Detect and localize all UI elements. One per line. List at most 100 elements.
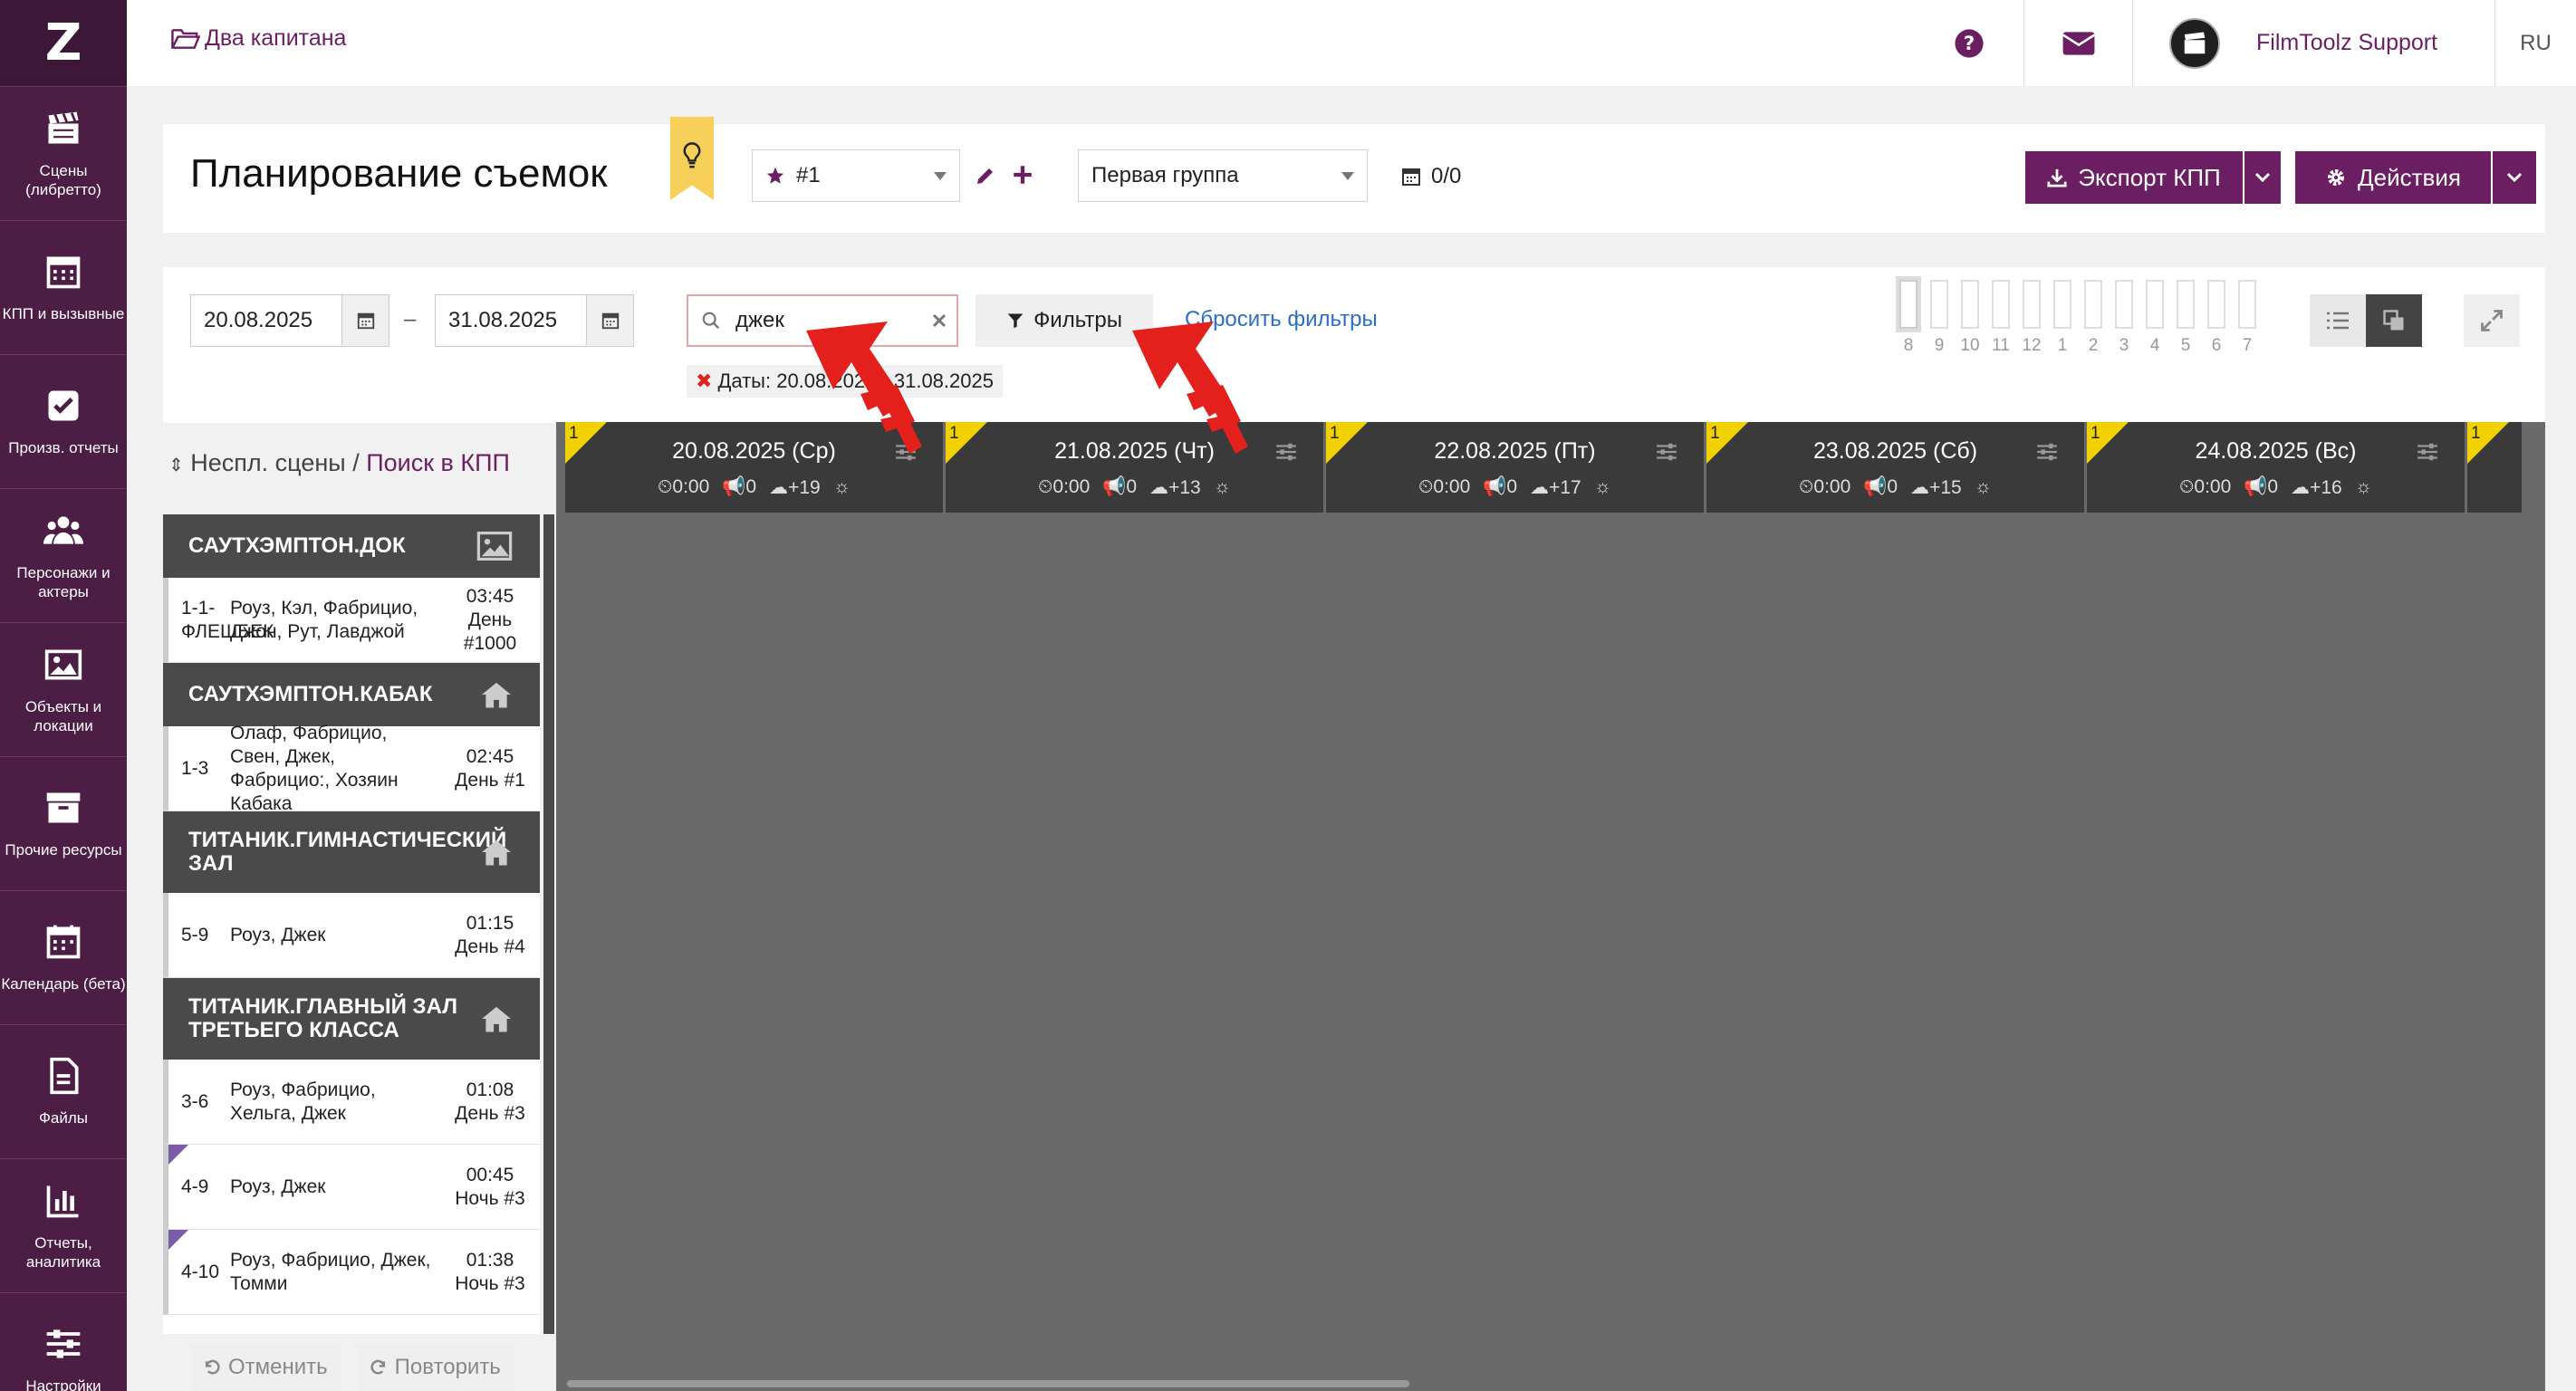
list-view-button[interactable] [2310,294,2366,347]
scene-card[interactable]: 1-1-ФЛЕШБЕК Роуз, Кэл, Фабрицио, Джон, Р… [163,578,540,663]
home-icon [482,1006,511,1032]
sliders-icon[interactable] [2416,442,2439,462]
calendar-icon[interactable] [586,295,633,346]
sidebar-item-scenes[interactable]: Сцены (либретто) [0,86,127,220]
temperature-value: +16 [2310,477,2342,498]
day-slot[interactable]: 2 [2078,280,2109,356]
sunrise-icon: ☼ [2354,476,2372,497]
export-button[interactable]: Экспорт КПП [2025,151,2243,204]
tips-bookmark[interactable] [670,117,714,200]
calendar-icon[interactable] [341,295,389,346]
undo-label: Отменить [228,1355,328,1379]
group-select[interactable]: Первая группа [1078,149,1368,202]
scene-duration: 03:45 [466,585,514,607]
day-slot[interactable]: 7 [2232,280,2263,356]
board-view-button[interactable] [2366,294,2422,347]
calendar-icon [46,925,81,959]
day-slot[interactable]: 6 [2201,280,2232,356]
duration-value: 0:00 [1053,476,1091,497]
edit-version-button[interactable] [972,160,999,191]
sidebar-item-settings[interactable]: Настройки [0,1292,127,1391]
export-label: Экспорт КПП [2078,163,2221,191]
column-date: 22.08.2025 (Пт) [1434,438,1596,464]
list-icon [2327,312,2349,330]
scene-characters: Роуз, Фабрицио, Хельга, Джек [230,1079,376,1124]
sliders-icon[interactable] [2035,442,2059,462]
day-counter: 0/0 [1400,160,1461,193]
scene-card[interactable]: 5-9 Роуз, Джек 01:15 День #4 [163,893,540,978]
undo-button[interactable]: Отменить [190,1344,341,1391]
undo-icon [205,1359,220,1375]
day-slot[interactable]: 12 [2016,280,2047,356]
scene-list-scrollbar[interactable] [543,514,554,1334]
project-name: Два капитана [205,25,347,51]
day-slot[interactable]: 9 [1924,280,1955,356]
sliders-icon[interactable] [1655,442,1678,462]
sort-icon[interactable]: ⇕ [168,456,184,475]
scenes-stat: 📢0 [1102,476,1138,497]
actions-button[interactable]: Действия [2295,151,2491,204]
sidebar-item-characters[interactable]: Персонажи и актеры [0,488,127,622]
sunrise-icon: ☼ [1213,476,1231,497]
weather-stat: ☁+19 [769,477,821,498]
day-slot[interactable]: 5 [2170,280,2201,356]
project-breadcrumb[interactable]: Два капитана [170,25,346,52]
messages-button[interactable] [2023,0,2132,86]
day-column-partial[interactable]: 1 [2467,422,2522,513]
help-button[interactable]: ? [1915,0,2023,86]
sidebar-item-label: Объекты и локации [24,697,102,734]
day-column[interactable]: 1 22.08.2025 (Пт) ⏲0:00 📢0 ☁+17 ☼ [1326,422,1706,513]
search-icon [702,312,720,330]
day-column[interactable]: 1 24.08.2025 (Вс) ⏲0:00 📢0 ☁+16 ☼ [2087,422,2467,513]
user-menu[interactable]: FilmToolz Support [2132,0,2494,86]
expand-button[interactable] [2464,294,2520,347]
redo-button[interactable]: Повторить [356,1344,514,1391]
sidebar-item-locations[interactable]: Объекты и локации [0,622,127,756]
scene-characters: Роуз, Фабрицио, Джек, Томми [230,1249,431,1294]
date-from-input[interactable]: 20.08.2025 [190,294,389,347]
column-stats: ⏲0:00 📢0 ☁+13 ☼ [946,476,1323,499]
close-icon[interactable]: ✖ [696,369,712,393]
user-name: FilmToolz Support [2256,30,2438,55]
actions-dropdown-button[interactable] [2493,151,2536,204]
sidebar-item-analytics[interactable]: Отчеты, аналитика [0,1158,127,1292]
sidebar-item-reports[interactable]: Произв. отчеты [0,354,127,488]
add-version-button[interactable] [1007,158,1038,191]
sidebar-item-calendar[interactable]: Календарь (бета) [0,890,127,1024]
version-select[interactable]: #1 [752,149,960,202]
sidebar-item-label: Сцены (либретто) [25,161,101,198]
weather-stat: ☁+15 [1910,477,1962,498]
day-slot[interactable]: 1 [2047,280,2078,356]
day-slot[interactable]: 8 [1893,280,1924,356]
day-number: 3 [2119,336,2129,355]
language-switch[interactable]: RU [2494,0,2576,86]
scene-duration: 01:15 [466,912,514,934]
day-number: 8 [1903,336,1914,355]
scene-card[interactable]: 3-6 Роуз, Фабрицио, Хельга, Джек 01:08 Де… [163,1060,540,1145]
export-dropdown-button[interactable] [2244,151,2281,204]
scene-card[interactable]: 4-9 Роуз, Джек 00:45 Ночь #3 [163,1145,540,1230]
version-value: #1 [796,163,821,187]
sidebar-item-files[interactable]: Файлы [0,1024,127,1158]
sunrise-icon: ☼ [1593,476,1611,497]
scene-card[interactable]: 1-3 Олаф, Фабрицио, Свен, Джек, Фабрицио… [163,723,540,814]
pencil-icon [977,168,993,184]
scene-id: 5-9 [181,924,209,945]
day-column[interactable]: 1 23.08.2025 (Сб) ⏲0:00 📢0 ☁+15 ☼ [1706,422,2087,513]
app-logo[interactable]: Z [0,0,127,86]
day-slot[interactable]: 3 [2109,280,2139,356]
day-slot[interactable]: 10 [1955,280,1985,356]
day-slot[interactable]: 4 [2139,280,2170,356]
scene-card[interactable]: 4-10 Роуз, Фабрицио, Джек, Томми 01:38 Но… [163,1230,540,1315]
sliders-icon[interactable] [1274,442,1298,462]
sidebar-item-resources[interactable]: Прочие ресурсы [0,756,127,890]
date-to-input[interactable]: 31.08.2025 [435,294,634,347]
sidebar-item-label: Отчеты, аналитика [25,1233,101,1271]
calendar-horizontal-scrollbar[interactable] [567,1380,1409,1387]
temperature-value: +15 [1929,477,1962,498]
unplanned-scenes-label[interactable]: Неспл. сцены [190,449,345,476]
duration-stat: ⏲0:00 [1799,476,1851,497]
search-in-callsheet-link[interactable]: Поиск в КПП [366,449,510,476]
sidebar-item-callsheets[interactable]: КПП и вызывные [0,220,127,354]
day-slot[interactable]: 11 [1985,280,2016,356]
